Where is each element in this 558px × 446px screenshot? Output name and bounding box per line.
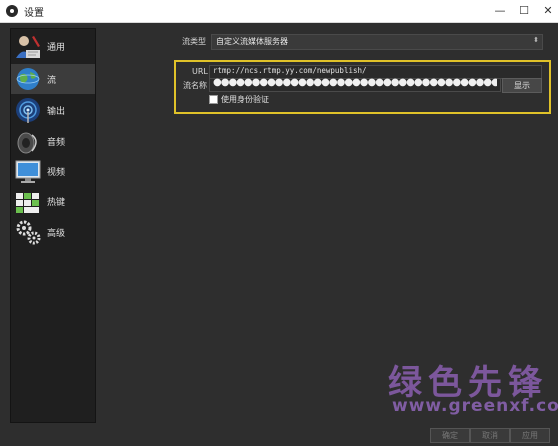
settings-sidebar: 通用 流 输出 音频 视频 热键 高级 xyxy=(10,28,96,423)
chevron-down-icon: ⬍ xyxy=(533,36,539,44)
ok-button[interactable]: 确定 xyxy=(430,428,470,443)
obs-logo-icon xyxy=(6,5,18,17)
cancel-button[interactable]: 取消 xyxy=(470,428,510,443)
globe-icon xyxy=(16,68,40,90)
title-bar: 设置 — ☐ ✕ xyxy=(0,0,558,23)
use-auth-checkbox[interactable] xyxy=(209,95,218,104)
stream-key-input[interactable]: ●●●●●●●●●●●●●●●●●●●●●●●●●●●●●●●●●●●●●●●●… xyxy=(209,77,501,92)
sidebar-item-audio[interactable]: 音频 xyxy=(11,126,95,156)
url-label: URL xyxy=(192,67,208,76)
sidebar-item-output[interactable]: 输出 xyxy=(11,95,95,125)
maximize-button[interactable]: ☐ xyxy=(514,3,534,19)
apply-button[interactable]: 应用 xyxy=(510,428,550,443)
monitor-icon xyxy=(15,160,41,183)
sidebar-item-label: 热键 xyxy=(47,198,66,208)
minimize-button[interactable]: — xyxy=(490,3,510,19)
stream-key-label: 流名称 xyxy=(183,81,207,90)
sidebar-item-label: 音频 xyxy=(47,138,66,148)
user-icon xyxy=(16,36,40,58)
sidebar-item-label: 通用 xyxy=(47,43,66,53)
stream-type-value: 自定义流媒体服务器 xyxy=(216,37,288,46)
sidebar-item-video[interactable]: 视频 xyxy=(11,156,95,186)
sidebar-item-label: 视频 xyxy=(47,168,66,178)
gears-icon xyxy=(16,220,41,245)
sidebar-item-label: 流 xyxy=(47,76,57,86)
url-value: rtmp://ncs.rtmp.yy.com/newpublish/ xyxy=(213,66,367,75)
stream-type-label: 流类型 xyxy=(182,37,206,46)
keyboard-icon xyxy=(16,193,39,213)
watermark-url: www.greenxf.com xyxy=(392,396,558,416)
sidebar-item-hotkeys[interactable]: 热键 xyxy=(11,186,95,216)
sidebar-item-general[interactable]: 通用 xyxy=(11,31,95,61)
stream-type-select[interactable]: 自定义流媒体服务器 ⬍ xyxy=(211,34,543,50)
window-title: 设置 xyxy=(24,8,44,19)
use-auth-label: 使用身份验证 xyxy=(221,95,269,104)
sidebar-item-advanced[interactable]: 高级 xyxy=(11,217,95,247)
broadcast-icon xyxy=(16,98,40,123)
speaker-icon xyxy=(17,132,37,154)
sidebar-item-label: 输出 xyxy=(47,107,66,117)
sidebar-item-label: 高级 xyxy=(47,229,66,239)
close-button[interactable]: ✕ xyxy=(538,3,558,19)
stream-key-value: ●●●●●●●●●●●●●●●●●●●●●●●●●●●●●●●●●●●●●●●●… xyxy=(213,77,497,88)
show-key-button[interactable]: 显示 xyxy=(502,78,542,93)
sidebar-item-stream[interactable]: 流 xyxy=(11,64,95,94)
